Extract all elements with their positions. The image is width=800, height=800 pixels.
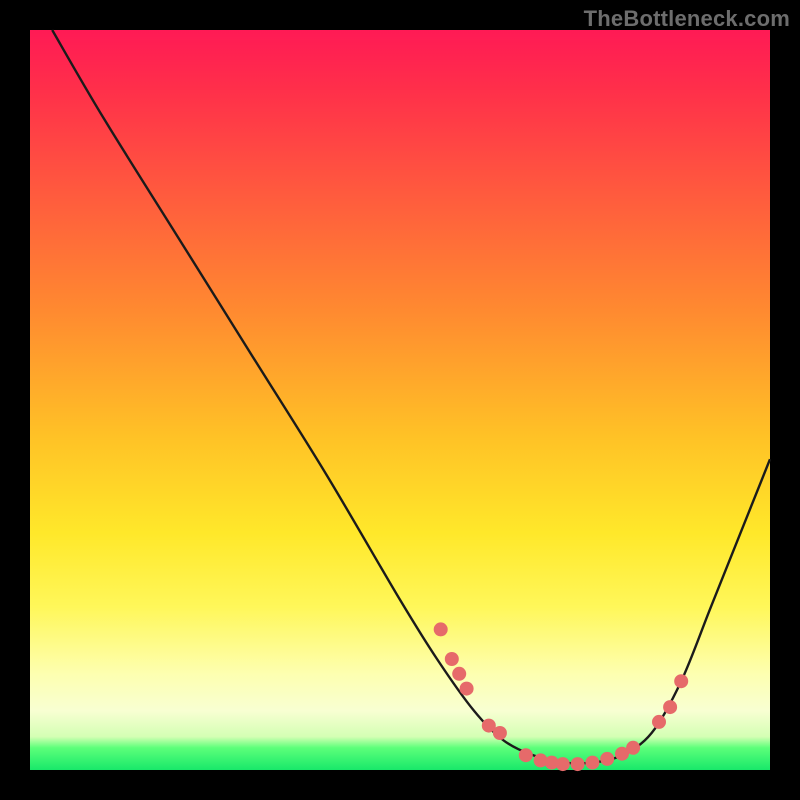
curve-svg [30,30,770,770]
marker-dot [626,741,640,755]
marker-dot [600,752,614,766]
chart-frame: TheBottleneck.com [0,0,800,800]
marker-dot [674,674,688,688]
plot-area [30,30,770,770]
marker-dot [445,652,459,666]
marker-dot [434,622,448,636]
watermark-text: TheBottleneck.com [584,6,790,32]
marker-dot [460,682,474,696]
marker-dot [493,726,507,740]
marker-dot [571,757,585,771]
curve-markers [434,622,689,771]
marker-dot [519,748,533,762]
marker-dot [652,715,666,729]
marker-dot [556,757,570,771]
bottleneck-curve [52,30,770,764]
marker-dot [585,756,599,770]
marker-dot [663,700,677,714]
marker-dot [452,667,466,681]
